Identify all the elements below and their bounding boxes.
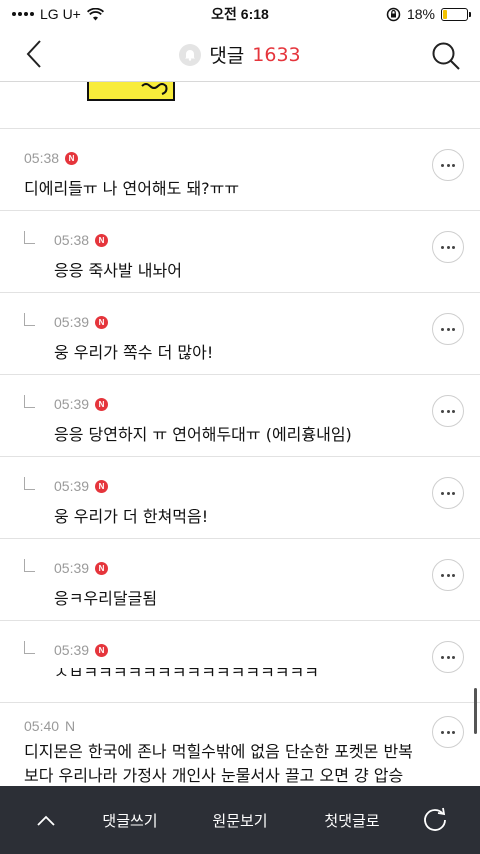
comment-time: 05:39 bbox=[54, 314, 90, 330]
reply-item: 05:39 N 응ㅋ우리달글됨 bbox=[0, 539, 480, 621]
more-options-button[interactable] bbox=[432, 313, 464, 345]
comment-count: 1633 bbox=[252, 43, 301, 66]
battery-fill bbox=[443, 9, 448, 19]
comment-text: 디지몬은 한국에 존나 먹힐수밖에 없음 단순한 포켓몬 반복보다 우리나라 가… bbox=[24, 742, 413, 785]
comment-item: 05:38 N 디에리들ㅠ 나 연어해도 돼?ㅠㅠ bbox=[0, 129, 480, 211]
reply-indicator-icon bbox=[24, 559, 35, 572]
new-badge: N bbox=[95, 479, 109, 493]
reply-item: 05:39 N 웅 우리가 더 한쳐먹음! bbox=[0, 457, 480, 539]
comment-meta: 05:38 N bbox=[54, 232, 109, 248]
comment-meta: 05:38 N bbox=[24, 150, 79, 166]
comment-time: 05:38 bbox=[24, 150, 60, 166]
scrollbar[interactable] bbox=[474, 688, 477, 734]
comment-item: 05:40 N 디지몬은 한국에 존나 먹힐수밖에 없음 단순한 포켓몬 반복보… bbox=[0, 698, 480, 790]
status-left: LG U+ bbox=[12, 6, 104, 22]
reply-indicator-icon bbox=[24, 395, 35, 408]
header-title-text: 댓글 bbox=[209, 45, 245, 67]
comment-meta: 05:39 N bbox=[54, 560, 109, 576]
reply-indicator-icon bbox=[24, 313, 35, 326]
sticker-image bbox=[87, 82, 175, 101]
new-badge: N bbox=[65, 718, 76, 734]
search-button[interactable] bbox=[426, 36, 466, 76]
new-badge: N bbox=[95, 397, 109, 411]
comment-text: 웅 우리가 쪽수 더 많아! bbox=[54, 343, 214, 362]
post-image-remnant bbox=[84, 82, 184, 104]
header-title: 댓글 1633 bbox=[179, 41, 301, 68]
status-right: 18% bbox=[386, 6, 471, 22]
comment-text: 웅 우리가 더 한쳐먹음! bbox=[54, 507, 209, 526]
scroll-up-button[interactable] bbox=[30, 786, 62, 854]
status-bar: LG U+ 오전 6:18 18% bbox=[0, 0, 480, 28]
more-options-button[interactable] bbox=[432, 641, 464, 673]
reply-indicator-icon bbox=[24, 641, 35, 654]
more-options-button[interactable] bbox=[432, 716, 464, 748]
search-icon bbox=[432, 42, 460, 70]
refresh-button[interactable] bbox=[418, 786, 452, 854]
more-options-button[interactable] bbox=[432, 149, 464, 181]
reply-indicator-icon bbox=[24, 231, 35, 244]
back-button[interactable] bbox=[16, 36, 52, 72]
battery-percent: 18% bbox=[406, 6, 435, 22]
comment-meta: 05:39 N bbox=[54, 642, 109, 658]
comment-text: 응ㅋ우리달글됨 bbox=[54, 589, 158, 608]
new-badge: N bbox=[95, 561, 109, 575]
comment-meta: 05:39 N bbox=[54, 396, 109, 412]
comment-text: 응응 죽사발 내놔어 bbox=[54, 261, 182, 280]
wifi-icon bbox=[86, 7, 104, 20]
chevron-left-icon bbox=[26, 40, 41, 68]
chevron-up-icon bbox=[37, 815, 55, 826]
refresh-icon bbox=[424, 807, 446, 831]
comments-header: 댓글 1633 bbox=[0, 28, 480, 82]
comment-time: 05:39 bbox=[54, 560, 90, 576]
comment-time: 05:39 bbox=[54, 478, 90, 494]
first-comment-button[interactable]: 첫댓글로 bbox=[312, 786, 392, 854]
more-options-button[interactable] bbox=[432, 231, 464, 263]
reply-indicator-icon bbox=[24, 477, 35, 490]
more-options-button[interactable] bbox=[432, 559, 464, 591]
comment-time: 05:40 bbox=[24, 718, 60, 734]
new-badge: N bbox=[65, 151, 79, 165]
comment-time: 05:39 bbox=[54, 396, 90, 412]
comment-time: 05:38 bbox=[54, 232, 90, 248]
battery-icon bbox=[441, 7, 471, 21]
bell-icon[interactable] bbox=[179, 43, 202, 66]
comment-text: 응응 당연하지 ㅠ 연어해두대ㅠ (에리흉내임) bbox=[54, 425, 352, 444]
comment-text: ㅅㅂㅋㅋㅋㅋㅋㅋㅋㅋㅋㅋㅋㅋㅋㅋㅋㅋ bbox=[54, 667, 319, 682]
comment-meta: 05:40 N bbox=[24, 718, 75, 734]
write-comment-button[interactable]: 댓글쓰기 bbox=[90, 786, 170, 854]
comment-time: 05:39 bbox=[54, 642, 90, 658]
new-badge: N bbox=[95, 315, 109, 329]
comment-text: 디에리들ㅠ 나 연어해도 돼?ㅠㅠ bbox=[24, 179, 240, 198]
reply-item: 05:38 N 응응 죽사발 내놔어 bbox=[0, 211, 480, 293]
signal-icon bbox=[12, 12, 34, 16]
view-original-button[interactable]: 원문보기 bbox=[200, 786, 280, 854]
bottom-toolbar: 댓글쓰기 원문보기 첫댓글로 bbox=[0, 786, 480, 854]
comment-meta: 05:39 N bbox=[54, 478, 109, 494]
comment-meta: 05:39 N bbox=[54, 314, 109, 330]
reply-item: 05:39 N ㅅㅂㅋㅋㅋㅋㅋㅋㅋㅋㅋㅋㅋㅋㅋㅋㅋㅋ bbox=[0, 621, 480, 703]
comment-text-clipped: ㅅㅂㅋㅋㅋㅋㅋㅋㅋㅋㅋㅋㅋㅋㅋㅋㅋㅋ bbox=[54, 667, 319, 685]
orientation-lock-icon bbox=[386, 7, 401, 21]
comment-list: 05:38 N 디에리들ㅠ 나 연어해도 돼?ㅠㅠ 05:38 N 응응 죽사발… bbox=[0, 128, 480, 703]
reply-item: 05:39 N 응응 당연하지 ㅠ 연어해두대ㅠ (에리흉내임) bbox=[0, 375, 480, 457]
new-badge: N bbox=[95, 643, 109, 657]
more-options-button[interactable] bbox=[432, 477, 464, 509]
reply-item: 05:39 N 웅 우리가 쪽수 더 많아! bbox=[0, 293, 480, 375]
carrier-label: LG U+ bbox=[40, 6, 81, 22]
new-badge: N bbox=[95, 233, 109, 247]
more-options-button[interactable] bbox=[432, 395, 464, 427]
